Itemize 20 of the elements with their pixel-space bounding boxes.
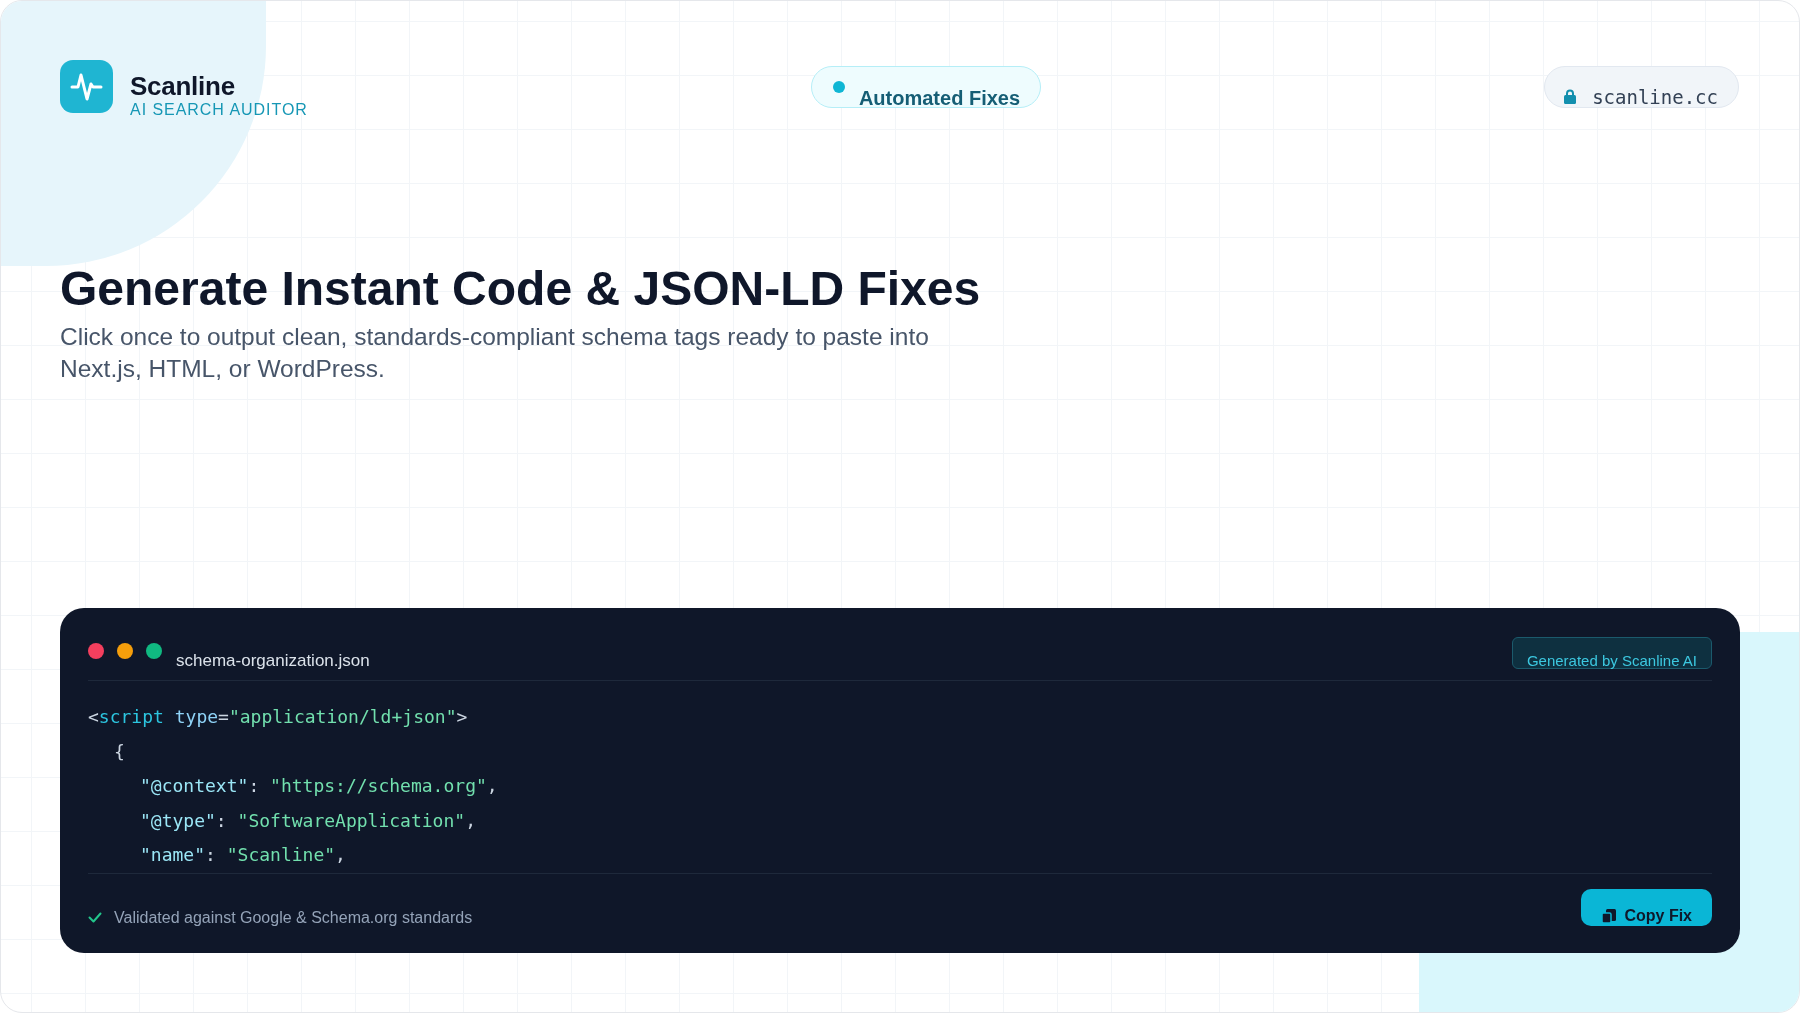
file-name: schema-organization.json [176,652,370,669]
status-dot-icon [832,81,845,93]
code-line: "@type": "SoftwareApplication", [140,808,476,833]
brand-name: Scanline [130,73,236,99]
brand-tagline: AI SEARCH AUDITOR [130,102,308,118]
page-title: Generate Instant Code & JSON-LD Fixes [60,265,981,313]
pulse-logo-icon [60,60,113,113]
validation-note: Validated against Google & Schema.org standards [114,909,473,926]
feature-label: Automated Fixes [858,88,1021,108]
code-line: "name": "Scanline", [140,843,346,867]
code-line: { [114,739,125,764]
lock-icon [1564,89,1577,104]
page-subtitle: Click once to output clean, standards-compliant schema tags ready to paste into Next.js, HTML, or WordPress. [60,322,930,384]
copy-icon [1601,907,1618,924]
domain-text: scanline.cc [1592,88,1718,107]
ai-generated-badge: Generated by Scanline AI [1511,637,1712,669]
check-icon [88,912,102,923]
code-line: "@context": "https://schema.org", [140,774,498,798]
code-line: <script type="application/ld+json"> [88,705,468,729]
copy-fix-button[interactable]: Copy Fix [1581,888,1712,926]
